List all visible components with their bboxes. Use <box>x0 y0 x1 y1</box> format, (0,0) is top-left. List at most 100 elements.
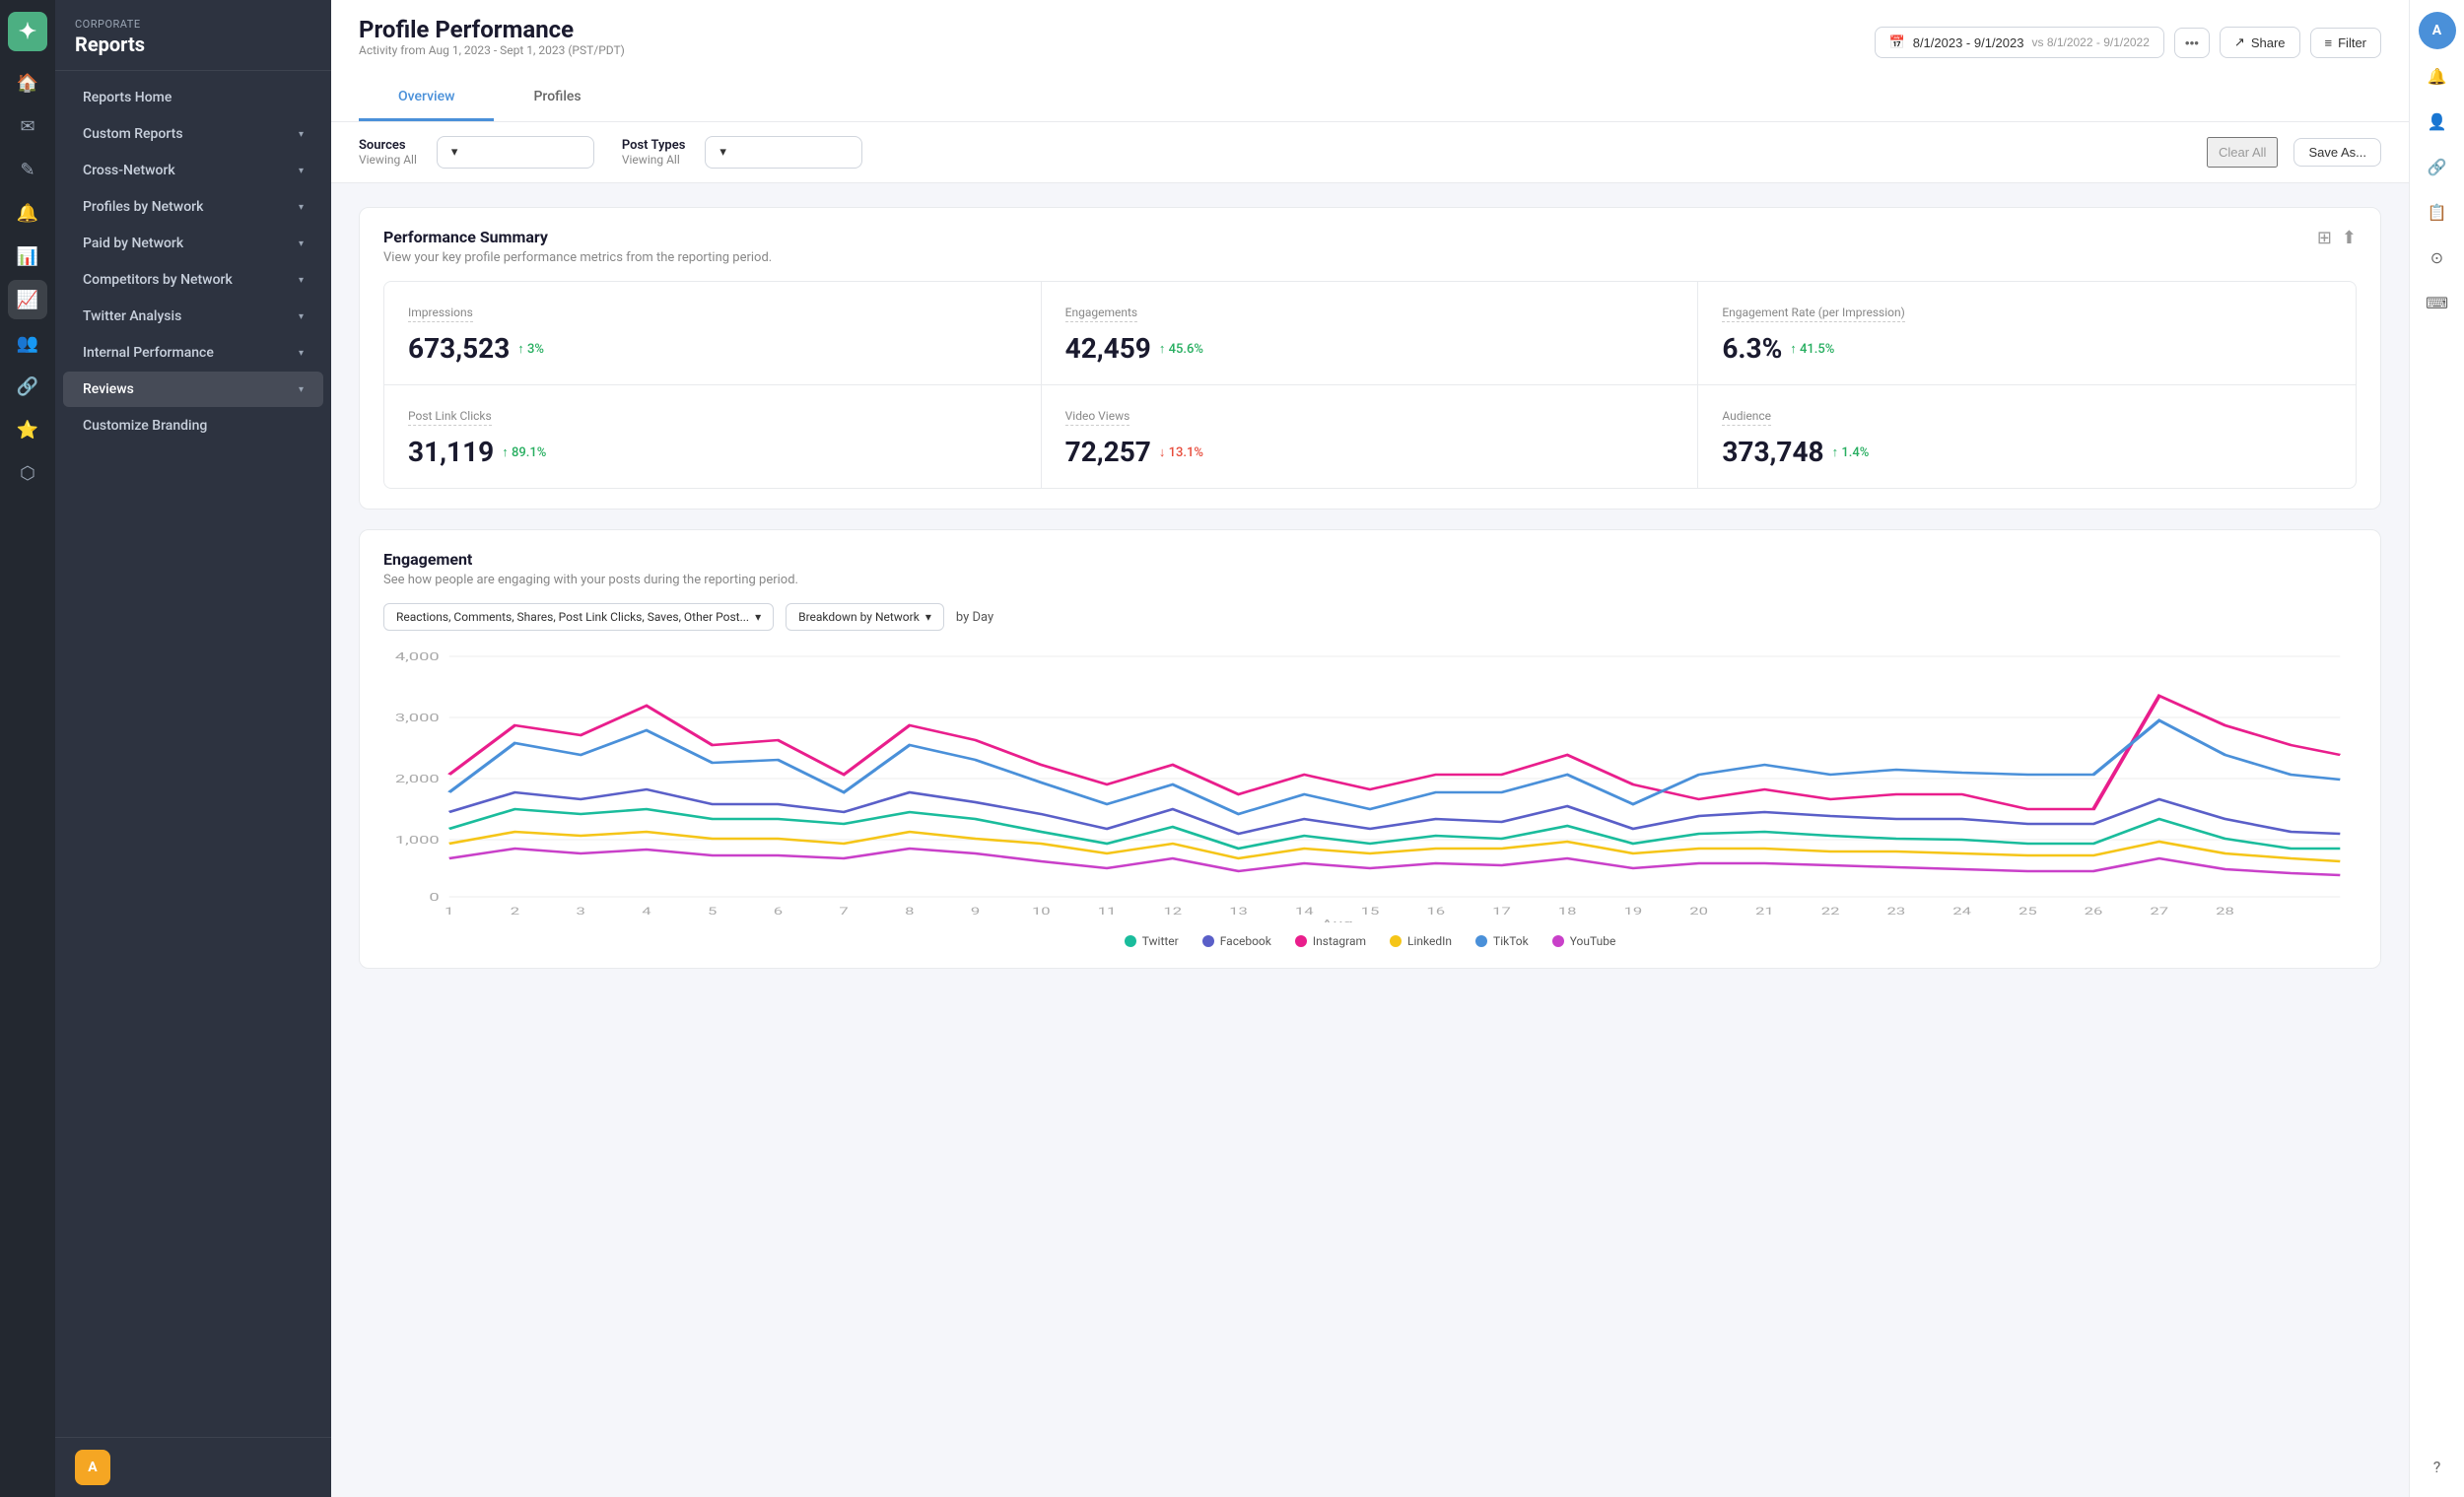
svg-text:2,000: 2,000 <box>395 773 440 785</box>
engagement-chart: 4,000 3,000 2,000 1,000 0 <box>383 646 2357 922</box>
metric-label-engagements: Engagements <box>1065 306 1137 322</box>
svg-text:27: 27 <box>2150 906 2168 918</box>
sidebar-item-reports-home[interactable]: Reports Home <box>63 80 323 115</box>
svg-text:26: 26 <box>2085 906 2103 918</box>
sidebar-item-competitors-by-network[interactable]: Competitors by Network ▾ <box>63 262 323 298</box>
svg-text:19: 19 <box>1624 906 1643 918</box>
filter-button[interactable]: ≡ Filter <box>2310 28 2381 58</box>
sources-viewing: Viewing All <box>359 153 417 167</box>
svg-text:8: 8 <box>905 906 914 918</box>
svg-text:24: 24 <box>1952 906 1971 918</box>
chevron-icon-internal-performance: ▾ <box>299 348 304 359</box>
sidebar-item-twitter-analysis[interactable]: Twitter Analysis▾ <box>63 299 323 334</box>
publish-icon[interactable]: ✎ <box>8 150 47 189</box>
svg-text:5: 5 <box>708 906 718 918</box>
reviews-icon[interactable]: ⭐ <box>8 410 47 449</box>
breakdown-dropdown[interactable]: Breakdown by Network ▾ <box>786 603 944 631</box>
sidebar-bottom: A <box>55 1437 331 1497</box>
chevron-icon-twitter-analysis: ▾ <box>299 311 304 322</box>
legend-twitter: Twitter <box>1125 934 1179 948</box>
chart-area: 4,000 3,000 2,000 1,000 0 <box>383 646 2357 922</box>
sidebar-item-custom-reports[interactable]: Custom Reports▾ <box>63 116 323 152</box>
chevron-icon-paid-by-network: ▾ <box>299 238 304 249</box>
chevron-down-icon: ▾ <box>451 145 458 160</box>
main-header: Profile Performance Activity from Aug 1,… <box>331 0 2409 122</box>
user-avatar-right[interactable]: A <box>2419 12 2456 49</box>
tab-profiles[interactable]: Profiles <box>494 75 620 121</box>
svg-text:2: 2 <box>511 906 520 918</box>
svg-text:10: 10 <box>1032 906 1051 918</box>
notifications-icon[interactable]: 🔔 <box>8 193 47 233</box>
grid-view-icon[interactable]: ⊞ <box>2317 228 2332 248</box>
help-icon[interactable]: ? <box>2419 1448 2456 1485</box>
clear-all-button[interactable]: Clear All <box>2207 137 2278 168</box>
sidebar-item-label-cross-network: Cross-Network <box>83 163 175 178</box>
legend-dot-tiktok <box>1475 935 1487 947</box>
integrations-icon[interactable]: 🔗 <box>8 367 47 406</box>
compass-icon[interactable]: ⊙ <box>2419 238 2456 276</box>
inbox-icon[interactable]: ✉ <box>8 106 47 146</box>
sidebar-item-label-reviews: Reviews <box>83 381 134 397</box>
keyboard-icon[interactable]: ⌨ <box>2419 284 2456 321</box>
svg-text:Aug: Aug <box>1322 918 1353 922</box>
reports-icon[interactable]: 📈 <box>8 280 47 319</box>
legend-dot-twitter <box>1125 935 1136 947</box>
breakdown-value: Breakdown by Network <box>798 610 920 624</box>
sidebar-item-internal-performance[interactable]: Internal Performance▾ <box>63 335 323 371</box>
notifications-right-icon[interactable]: 🔔 <box>2419 57 2456 95</box>
chevron-down-icon2: ▾ <box>719 145 726 160</box>
sidebar-item-paid-by-network[interactable]: Paid by Network▾ <box>63 226 323 261</box>
perf-summary-title: Performance Summary <box>383 228 772 246</box>
sidebar-item-label-customize-branding: Customize Branding <box>83 418 207 434</box>
sidebar-item-cross-network[interactable]: Cross-Network▾ <box>63 153 323 188</box>
svg-text:23: 23 <box>1886 906 1905 918</box>
content-area: Performance Summary View your key profil… <box>331 183 2409 1497</box>
user-avatar[interactable]: A <box>75 1450 110 1485</box>
apps-icon[interactable]: ⬡ <box>8 453 47 493</box>
share-button[interactable]: ↗ Share <box>2220 27 2300 58</box>
svg-text:28: 28 <box>2216 906 2234 918</box>
legend-dot-instagram <box>1295 935 1307 947</box>
date-range-button[interactable]: 📅 8/1/2023 - 9/1/2023 vs 8/1/2022 - 9/1/… <box>1875 27 2164 58</box>
link-icon[interactable]: 🔗 <box>2419 148 2456 185</box>
engagement-subtitle: See how people are engaging with your po… <box>383 573 798 587</box>
sources-dropdown[interactable]: ▾ <box>437 136 594 169</box>
sidebar-item-reviews[interactable]: Reviews ▾ <box>63 372 323 407</box>
perf-summary-subtitle: View your key profile performance metric… <box>383 250 772 265</box>
brand-logo[interactable]: ✦ <box>8 12 47 51</box>
by-day-label: by Day <box>956 610 993 625</box>
card-header: Performance Summary View your key profil… <box>383 228 2357 281</box>
more-options-button[interactable]: ••• <box>2174 28 2210 58</box>
engagement-metric-dropdown[interactable]: Reactions, Comments, Shares, Post Link C… <box>383 603 774 631</box>
metric-value-audience: 373,748 ↑ 1.4% <box>1722 436 2332 468</box>
team-icon[interactable]: 👥 <box>8 323 47 363</box>
save-as-button[interactable]: Save As... <box>2293 138 2381 167</box>
metric-video-views: Video Views 72,257 ↓ 13.1% <box>1042 385 1699 488</box>
reports-right-icon[interactable]: 📋 <box>2419 193 2456 231</box>
svg-text:16: 16 <box>1426 906 1445 918</box>
svg-text:1: 1 <box>445 906 453 918</box>
chevron-icon-custom-reports: ▾ <box>299 129 304 140</box>
activity-icon[interactable]: 👤 <box>2419 102 2456 140</box>
analytics-icon[interactable]: 📊 <box>8 237 47 276</box>
chevron-icon-profiles-by-network: ▾ <box>299 202 304 213</box>
chevron-icon-reviews: ▾ <box>299 384 304 395</box>
legend-label-linkedin: LinkedIn <box>1407 934 1452 948</box>
export-icon[interactable]: ⬆ <box>2342 228 2357 248</box>
sidebar-item-profiles-by-network[interactable]: Profiles by Network ▾ <box>63 189 323 225</box>
card-header-actions: ⊞ ⬆ <box>2317 228 2357 248</box>
legend-youtube: YouTube <box>1552 934 1616 948</box>
sidebar-item-label-competitors-by-network: Competitors by Network <box>83 272 233 288</box>
tab-overview[interactable]: Overview <box>359 75 494 121</box>
post-types-label: Post Types <box>622 138 686 153</box>
home-icon[interactable]: 🏠 <box>8 63 47 102</box>
legend-label-instagram: Instagram <box>1313 934 1366 948</box>
svg-text:20: 20 <box>1689 906 1708 918</box>
metric-label-impressions: Impressions <box>408 306 473 322</box>
sidebar-item-customize-branding[interactable]: Customize Branding <box>63 408 323 443</box>
post-types-dropdown[interactable]: ▾ <box>705 136 862 169</box>
chevron-icon-competitors-by-network: ▾ <box>299 275 304 286</box>
chart-legend: Twitter Facebook Instagram LinkedIn TikT… <box>383 934 2357 948</box>
sidebar-item-label-profiles-by-network: Profiles by Network <box>83 199 203 215</box>
metric-change-audience: ↑ 1.4% <box>1832 444 1870 460</box>
